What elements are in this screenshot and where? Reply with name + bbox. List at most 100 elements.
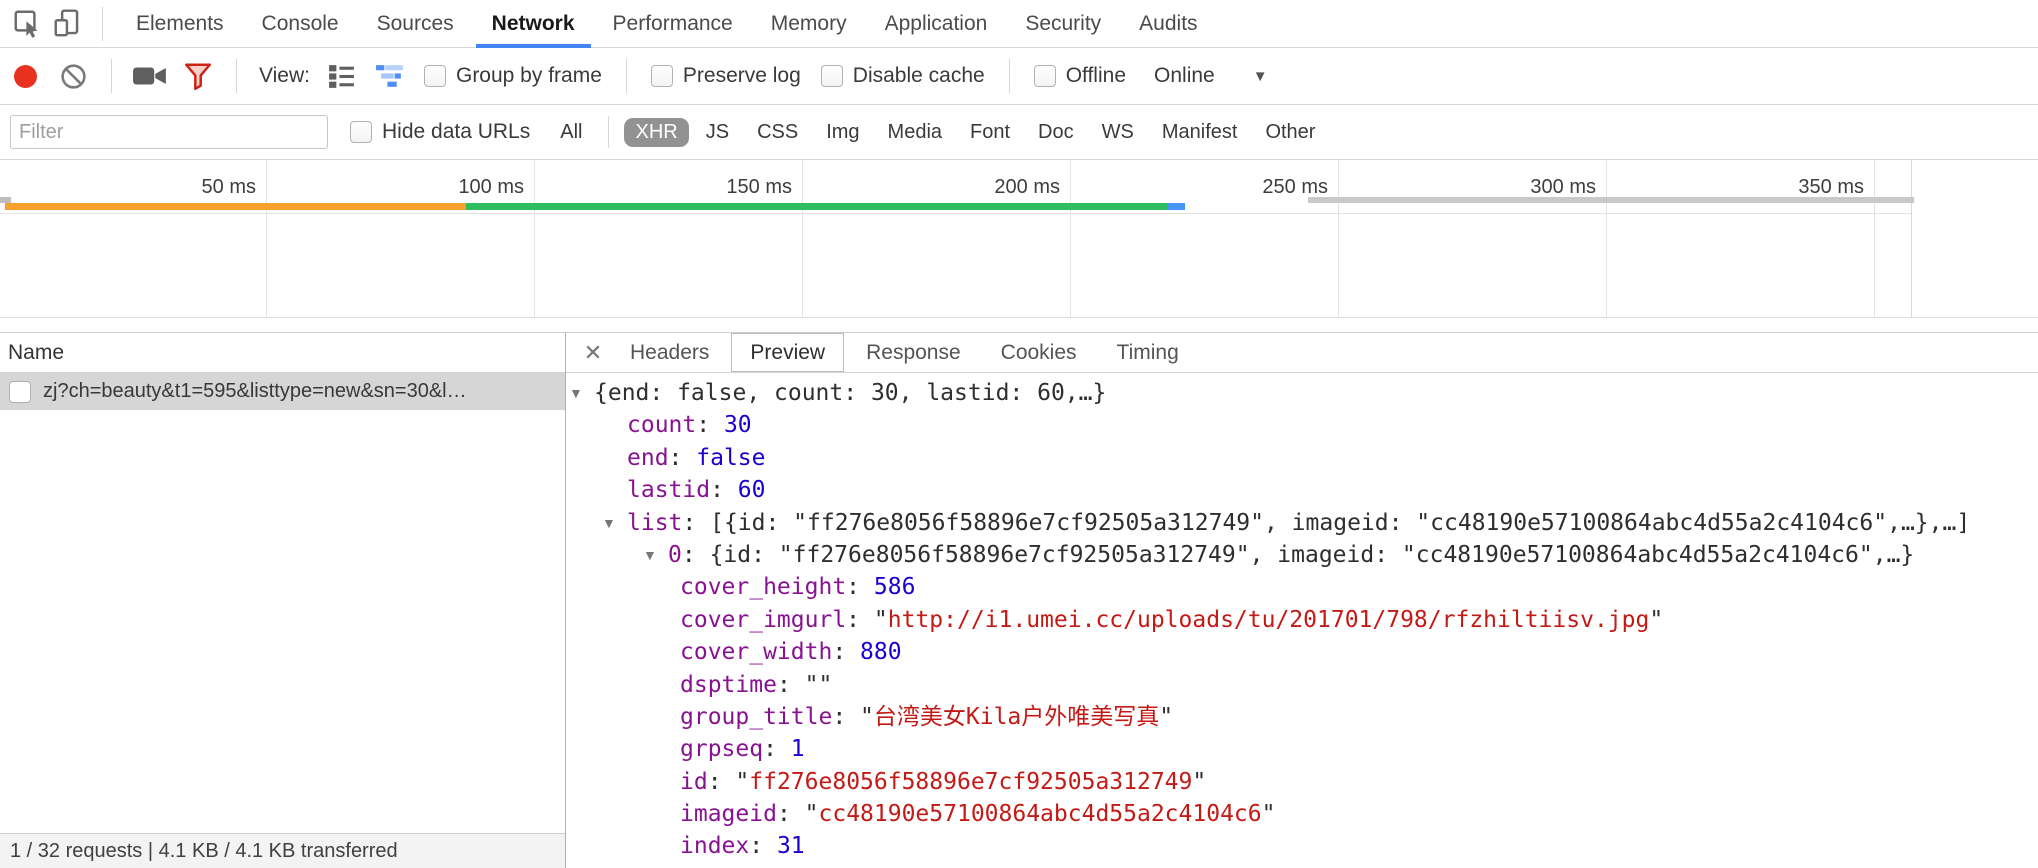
preserve-log-label: Preserve log bbox=[683, 64, 801, 88]
group-by-frame-checkbox[interactable] bbox=[424, 65, 446, 87]
show-overview-button[interactable] bbox=[371, 56, 409, 96]
filter-type-img[interactable]: Img bbox=[815, 118, 870, 147]
json-string: 台湾美女Kila户外唯美写真 bbox=[874, 704, 1159, 730]
group-by-frame-option: Group by frame bbox=[424, 64, 602, 88]
requests-summary: 1 / 32 requests | 4.1 KB / 4.1 KB transf… bbox=[10, 840, 398, 863]
json-key: end bbox=[627, 445, 669, 471]
json-plain: : bbox=[832, 704, 860, 730]
filter-type-ws[interactable]: WS bbox=[1091, 118, 1145, 147]
details-tab-response[interactable]: Response bbox=[848, 333, 979, 372]
tab-elements[interactable]: Elements bbox=[120, 0, 240, 47]
filter-type-font[interactable]: Font bbox=[959, 118, 1021, 147]
filter-type-xhr[interactable]: XHR bbox=[624, 118, 688, 147]
filter-type-js[interactable]: JS bbox=[695, 118, 740, 147]
disclosure-triangle-icon[interactable]: ▼ bbox=[602, 507, 616, 539]
preview-tree-line: lastid: 60 bbox=[566, 474, 2038, 506]
request-name: zj?ch=beauty&t1=595&listtype=new&sn=30&l… bbox=[43, 380, 467, 403]
request-bar-content bbox=[466, 203, 1168, 210]
tab-console[interactable]: Console bbox=[246, 0, 355, 47]
json-plain: : bbox=[846, 607, 874, 633]
disable-cache-checkbox[interactable] bbox=[821, 65, 843, 87]
disable-cache-option: Disable cache bbox=[821, 64, 985, 88]
ruler-gridline bbox=[1070, 160, 1071, 317]
ruler-tick-label: 50 ms bbox=[106, 168, 256, 206]
tab-sources[interactable]: Sources bbox=[361, 0, 470, 47]
preview-tree-line: mini_imgurl: "… bbox=[566, 863, 2038, 868]
hide-data-urls-label: Hide data URLs bbox=[382, 120, 530, 144]
request-rows-view-button[interactable] bbox=[323, 56, 361, 96]
filter-type-doc[interactable]: Doc bbox=[1027, 118, 1085, 147]
clear-button[interactable] bbox=[54, 56, 92, 96]
preview-tree-line: end: false bbox=[566, 442, 2038, 474]
filter-type-other[interactable]: Other bbox=[1254, 118, 1326, 147]
disclosure-triangle-icon[interactable]: ▼ bbox=[643, 539, 657, 571]
disable-cache-label: Disable cache bbox=[853, 64, 985, 88]
request-row[interactable]: zj?ch=beauty&t1=595&listtype=new&sn=30&l… bbox=[0, 373, 565, 410]
request-bar-tip bbox=[1168, 203, 1184, 210]
json-key: imageid bbox=[680, 801, 777, 827]
overview-right-edge bbox=[1911, 160, 1912, 317]
chevron-down-icon[interactable]: ▼ bbox=[1253, 68, 1268, 85]
json-plain: : bbox=[669, 445, 697, 471]
filter-bar: Hide data URLs All XHRJSCSSImgMediaFontDo… bbox=[0, 105, 2038, 160]
disclosure-triangle-icon[interactable]: ▼ bbox=[569, 377, 583, 409]
divider bbox=[111, 59, 112, 93]
tab-performance[interactable]: Performance bbox=[597, 0, 749, 47]
details-tab-headers[interactable]: Headers bbox=[612, 333, 727, 372]
requests-panel: Name zj?ch=beauty&t1=595&listtype=new&sn… bbox=[0, 333, 566, 868]
json-number: 880 bbox=[860, 639, 902, 665]
clear-icon bbox=[58, 61, 89, 92]
ruler-tick-label: 250 ms bbox=[1178, 168, 1328, 206]
json-key: cover_height bbox=[680, 574, 846, 600]
network-main-panel: Name zj?ch=beauty&t1=595&listtype=new&sn… bbox=[0, 332, 2038, 868]
filter-type-css[interactable]: CSS bbox=[746, 118, 809, 147]
filter-type-all[interactable]: All bbox=[549, 118, 593, 147]
details-tab-bar: ✕ HeadersPreviewResponseCookiesTiming bbox=[566, 333, 2038, 373]
preview-tree-line[interactable]: ▼0: {id: "ff276e8056f58896e7cf92505a3127… bbox=[566, 539, 2038, 571]
inspect-element-icon[interactable] bbox=[8, 4, 48, 44]
divider bbox=[608, 116, 609, 148]
preview-tree-line[interactable]: ▼ {end: false, count: 30, lastid: 60,…} bbox=[566, 377, 2038, 409]
filter-type-manifest[interactable]: Manifest bbox=[1151, 118, 1249, 147]
name-column-header[interactable]: Name bbox=[0, 333, 565, 373]
filter-input[interactable] bbox=[10, 115, 328, 149]
tab-security[interactable]: Security bbox=[1009, 0, 1117, 47]
device-toolbar-icon[interactable] bbox=[48, 4, 88, 44]
preview-tree-line: cover_width: 880 bbox=[566, 636, 2038, 668]
request-details-panel: ✕ HeadersPreviewResponseCookiesTiming ▼ {… bbox=[566, 333, 2038, 868]
preserve-log-option: Preserve log bbox=[651, 64, 801, 88]
close-icon[interactable]: ✕ bbox=[576, 340, 610, 366]
ruler-gridline bbox=[266, 160, 267, 317]
divider bbox=[1009, 59, 1010, 93]
details-tab-timing[interactable]: Timing bbox=[1099, 333, 1197, 372]
timeline-overview[interactable]: 50 ms100 ms150 ms200 ms250 ms300 ms350 m… bbox=[0, 160, 2038, 318]
json-number: 30 bbox=[724, 412, 752, 438]
throttling-select[interactable]: Online bbox=[1154, 64, 1215, 88]
details-tab-preview[interactable]: Preview bbox=[731, 333, 844, 372]
filter-type-media[interactable]: Media bbox=[877, 118, 953, 147]
hide-data-urls-option: Hide data URLs bbox=[350, 120, 530, 144]
request-row-checkbox[interactable] bbox=[9, 381, 31, 403]
tab-application[interactable]: Application bbox=[869, 0, 1004, 47]
preview-tree-line: index: 31 bbox=[566, 830, 2038, 862]
json-key: cover_width bbox=[680, 639, 832, 665]
divider bbox=[626, 59, 627, 93]
preserve-log-checkbox[interactable] bbox=[651, 65, 673, 87]
tab-network[interactable]: Network bbox=[476, 0, 591, 47]
json-plain: : bbox=[682, 510, 710, 536]
tab-memory[interactable]: Memory bbox=[755, 0, 863, 47]
json-preview-tree: ▼ {end: false, count: 30, lastid: 60,…} co… bbox=[566, 373, 2038, 868]
network-toolbar: View: Group by frame Preserve log bbox=[0, 48, 2038, 105]
hide-data-urls-checkbox[interactable] bbox=[350, 121, 372, 143]
json-number: 1 bbox=[791, 736, 805, 762]
record-button[interactable] bbox=[6, 56, 44, 96]
details-tab-cookies[interactable]: Cookies bbox=[983, 333, 1095, 372]
preview-tree-line: grpseq: 1 bbox=[566, 733, 2038, 765]
offline-checkbox[interactable] bbox=[1034, 65, 1056, 87]
tab-audits[interactable]: Audits bbox=[1123, 0, 1213, 47]
filter-button[interactable] bbox=[179, 56, 217, 96]
capture-screenshots-button[interactable] bbox=[131, 56, 169, 96]
json-quote: " bbox=[735, 769, 749, 795]
preview-tree-line[interactable]: ▼list: [{id: "ff276e8056f58896e7cf92505a… bbox=[566, 507, 2038, 539]
json-plain: {end: false, count: 30, lastid: 60,…} bbox=[594, 380, 1106, 406]
